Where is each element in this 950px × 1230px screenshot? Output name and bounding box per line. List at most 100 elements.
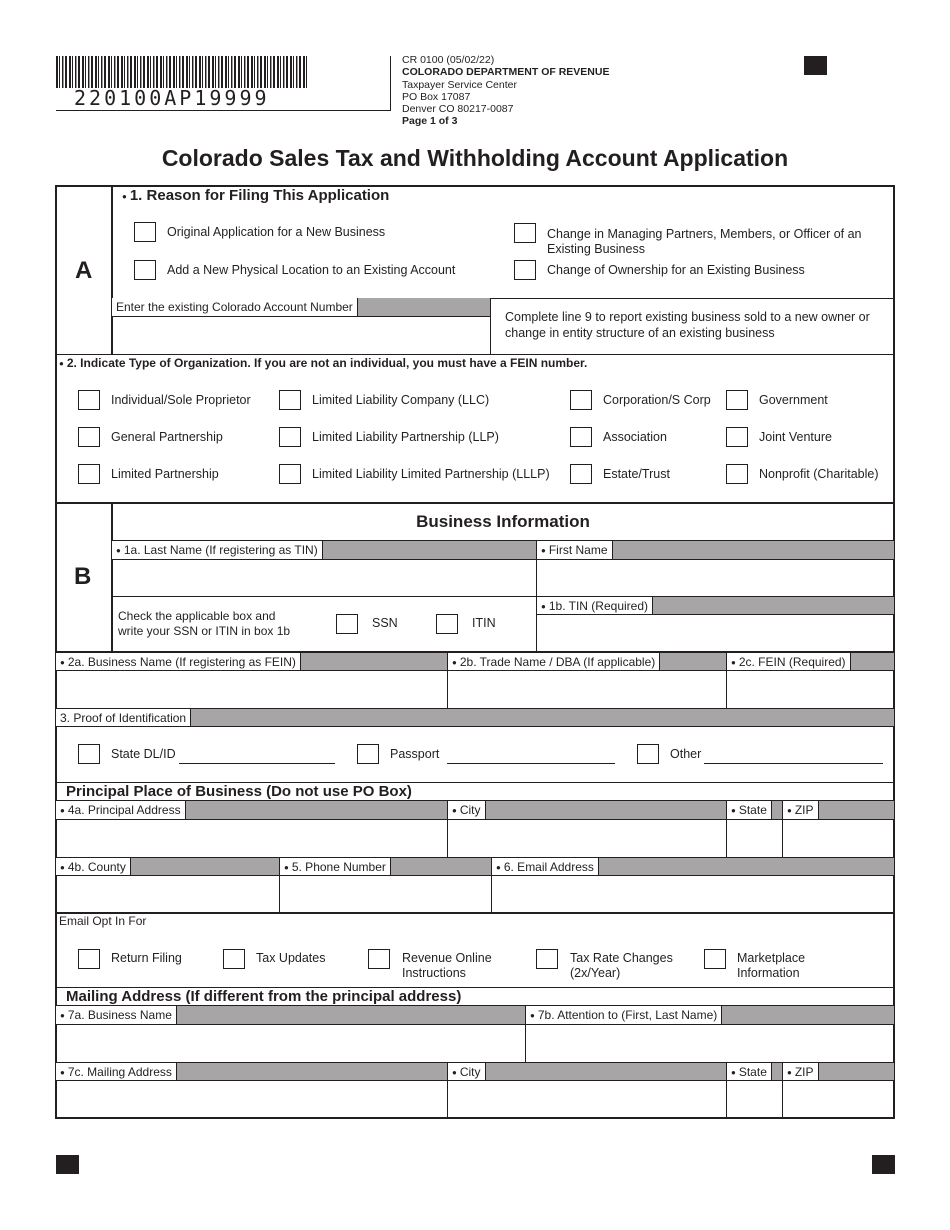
mailing-city-label: City xyxy=(448,1063,486,1081)
first-name-input[interactable] xyxy=(538,560,893,596)
mailing-city-input[interactable] xyxy=(449,1081,725,1117)
mailing-heading: Mailing Address (If different from the p… xyxy=(66,988,462,1005)
trade-name-input[interactable] xyxy=(449,671,725,707)
checkbox-change-ownership[interactable] xyxy=(514,260,536,280)
account-number-input[interactable] xyxy=(113,317,489,353)
form-header: CR 0100 (05/02/22) COLORADO DEPARTMENT O… xyxy=(402,54,609,128)
checkbox-llp[interactable] xyxy=(279,427,301,447)
checkbox-label: Information xyxy=(737,966,800,980)
checkbox-label: Instructions xyxy=(402,966,466,980)
checkbox-label: Limited Liability Partnership (LLP) xyxy=(312,430,499,444)
city-input[interactable] xyxy=(449,820,725,857)
checkbox-revenue-online[interactable] xyxy=(368,949,390,969)
checkbox-label: Passport xyxy=(390,747,440,761)
zip-label: ZIP xyxy=(783,801,819,819)
account-number-label: Enter the existing Colorado Account Numb… xyxy=(112,298,358,316)
divider xyxy=(56,502,894,504)
passport-input[interactable] xyxy=(447,763,615,764)
label-bar xyxy=(56,1006,894,1024)
business-name-input[interactable] xyxy=(57,671,446,707)
mailing-business-name-label: 7a. Business Name xyxy=(56,1006,177,1024)
registration-mark xyxy=(804,56,827,75)
mailing-state-input[interactable] xyxy=(728,1081,781,1117)
checkbox-itin[interactable] xyxy=(436,614,458,634)
checkbox-label: Government xyxy=(759,393,828,407)
checkbox-label: Association xyxy=(603,430,667,444)
checkbox-label: Individual/Sole Proprietor xyxy=(111,393,251,407)
checkbox-general-partnership[interactable] xyxy=(78,427,100,447)
line9-note: Complete line 9 to report existing busin… xyxy=(505,310,870,324)
divider xyxy=(490,298,491,354)
zip-input[interactable] xyxy=(784,820,893,857)
checkbox-passport[interactable] xyxy=(357,744,379,764)
checkbox-individual[interactable] xyxy=(78,390,100,410)
tin-input[interactable] xyxy=(538,615,893,651)
mailing-state-label: State xyxy=(727,1063,772,1081)
divider xyxy=(56,912,894,914)
label-bar xyxy=(56,858,894,876)
checkbox-label: Limited Liability Company (LLC) xyxy=(312,393,490,407)
fein-input[interactable] xyxy=(728,671,893,707)
check-note: write your SSN or ITIN in box 1b xyxy=(118,624,291,638)
section-letter-a: A xyxy=(75,257,93,284)
principal-heading: Principal Place of Business (Do not use … xyxy=(66,783,412,800)
email-input[interactable] xyxy=(493,876,893,912)
checkbox-add-location[interactable] xyxy=(134,260,156,280)
checkbox-label: Limited Liability Limited Partnership (L… xyxy=(312,467,550,481)
other-id-input[interactable] xyxy=(704,763,883,764)
mailing-address-input[interactable] xyxy=(57,1081,446,1117)
checkbox-other-id[interactable] xyxy=(637,744,659,764)
tin-label: 1b. TIN (Required) xyxy=(537,597,653,615)
principal-address-label: 4a. Principal Address xyxy=(56,801,186,819)
checkbox-estate-trust[interactable] xyxy=(570,464,592,484)
last-name-input[interactable] xyxy=(113,560,535,596)
page-number: Page 1 of 3 xyxy=(402,115,458,128)
principal-address-input[interactable] xyxy=(57,820,446,857)
last-name-label: 1a. Last Name (If registering as TIN) xyxy=(112,541,323,559)
checkbox-label: Existing Business xyxy=(547,242,645,256)
attention-input[interactable] xyxy=(527,1025,893,1062)
state-input[interactable] xyxy=(728,820,781,857)
checkbox-nonprofit[interactable] xyxy=(726,464,748,484)
page-title: Colorado Sales Tax and Withholding Accou… xyxy=(161,145,789,171)
checkbox-label: Nonprofit (Charitable) xyxy=(759,467,879,481)
divider xyxy=(56,110,390,111)
email-opt-label: Email Opt In For xyxy=(59,914,147,928)
mailing-zip-input[interactable] xyxy=(784,1081,893,1117)
checkbox-state-dl[interactable] xyxy=(78,744,100,764)
checkbox-label: State DL/ID xyxy=(111,747,176,761)
checkbox-llc[interactable] xyxy=(279,390,301,410)
checkbox-association[interactable] xyxy=(570,427,592,447)
city-label: City xyxy=(448,801,486,819)
mailing-business-name-input[interactable] xyxy=(57,1025,524,1062)
checkbox-lllp[interactable] xyxy=(279,464,301,484)
checkbox-corporation[interactable] xyxy=(570,390,592,410)
checkbox-label: Limited Partnership xyxy=(111,467,219,481)
checkbox-ssn[interactable] xyxy=(336,614,358,634)
checkbox-limited-partnership[interactable] xyxy=(78,464,100,484)
checkbox-government[interactable] xyxy=(726,390,748,410)
county-input[interactable] xyxy=(57,876,278,912)
checkbox-marketplace[interactable] xyxy=(704,949,726,969)
phone-input[interactable] xyxy=(281,876,490,912)
checkbox-label: ITIN xyxy=(472,616,496,630)
state-dl-input[interactable] xyxy=(179,763,335,764)
checkbox-change-managing-partners[interactable] xyxy=(514,223,536,243)
checkbox-label: Joint Venture xyxy=(759,430,832,444)
checkbox-label: Other xyxy=(670,747,702,761)
checkbox-original-application[interactable] xyxy=(134,222,156,242)
checkbox-tax-rate-changes[interactable] xyxy=(536,949,558,969)
checkbox-label: Estate/Trust xyxy=(603,467,670,481)
line9-note: change in entity structure of an existin… xyxy=(505,326,775,340)
attention-label: 7b. Attention to (First, Last Name) xyxy=(526,1006,723,1024)
address-line: Denver CO 80217-0087 xyxy=(402,103,514,116)
checkbox-tax-updates[interactable] xyxy=(223,949,245,969)
checkbox-label: Revenue Online xyxy=(402,951,492,965)
divider xyxy=(56,354,894,355)
checkbox-label: Tax Rate Changes xyxy=(570,951,673,965)
mailing-zip-label: ZIP xyxy=(783,1063,819,1081)
checkbox-return-filing[interactable] xyxy=(78,949,100,969)
checkbox-joint-venture[interactable] xyxy=(726,427,748,447)
mailing-address-label: 7c. Mailing Address xyxy=(56,1063,177,1081)
divider xyxy=(56,726,894,727)
